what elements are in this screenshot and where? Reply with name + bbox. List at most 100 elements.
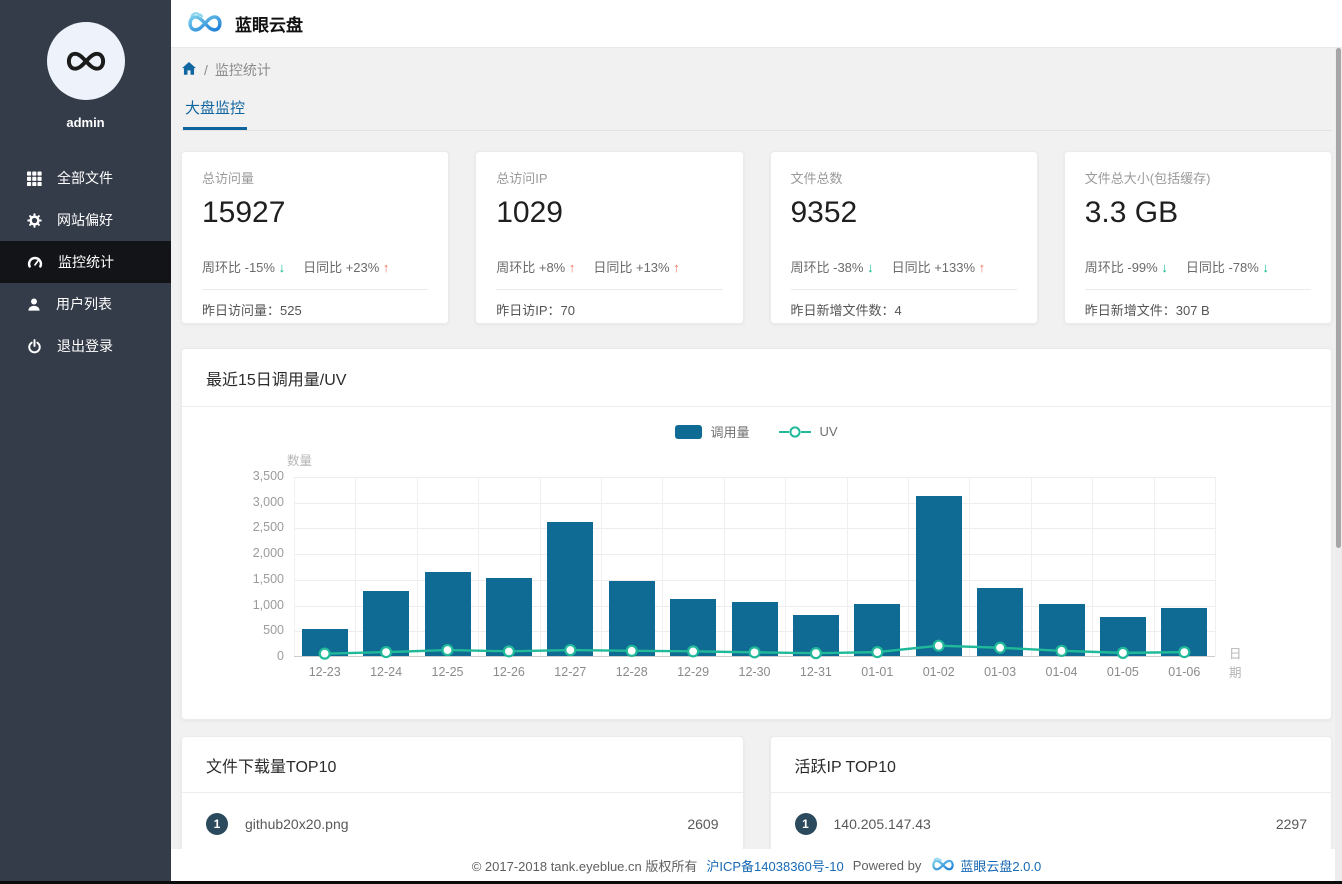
up-arrow-icon: ↑ (568, 260, 576, 275)
home-icon[interactable] (181, 61, 197, 79)
y-tick-label: 1,500 (252, 571, 284, 586)
stat-trend: 周环比 -38% ↓ 日同比 +133% ↑ (790, 260, 986, 275)
stat-value: 1029 (496, 196, 563, 229)
sidebar-item-3[interactable]: 用户列表 (0, 283, 171, 325)
rank-badge: 1 (206, 813, 228, 835)
bar-swatch-icon (675, 424, 703, 439)
x-tick-label: 12-28 (615, 665, 648, 679)
sidebar-item-2[interactable]: 监控统计 (0, 241, 171, 283)
downloads-top10-list: 1 github20x20.png 2609 (182, 793, 743, 847)
power-icon (27, 338, 42, 354)
list-item-value: 2609 (687, 816, 719, 832)
chart-legend: 调用量 UV (182, 422, 1331, 441)
chart-title: 最近15日调用量/UV (182, 349, 1331, 407)
x-axis-name: 日期 (1229, 647, 1242, 680)
rank-badge: 1 (794, 813, 817, 835)
down-arrow-icon: ↓ (278, 260, 286, 275)
stat-label: 文件总大小(包括缓存) (1084, 171, 1211, 186)
active-ip-top10-title: 活跃IP TOP10 (770, 737, 1331, 793)
infinity-logo-icon (63, 47, 109, 76)
stat-trend: 周环比 +8% ↑ 日同比 +13% ↑ (496, 260, 680, 275)
list-item: 1 140.205.147.43 2297 (771, 793, 1332, 847)
x-tick-label: 12-30 (738, 665, 771, 679)
stat-card-1: 总访问IP 1029 周环比 +8% ↑ 日同比 +13% ↑ 昨日访IP：70 (475, 151, 744, 324)
sidebar-item-1[interactable]: 网站偏好 (0, 199, 171, 241)
x-tick-label: 12-26 (492, 665, 525, 679)
sidebar-item-label: 监控统计 (58, 254, 114, 270)
app-title: 蓝眼云盘 (235, 16, 303, 35)
down-arrow-icon: ↓ (1262, 260, 1269, 275)
downloads-top10-title: 文件下载量TOP10 (182, 737, 743, 793)
app-header: 蓝眼云盘 (171, 0, 1342, 48)
chart-card: 最近15日调用量/UV 调用量 UV 数量 日期 0 500 1,000 1,500 2,… (181, 348, 1332, 720)
stat-label: 总访问IP (496, 171, 548, 186)
list-item: 1 github20x20.png 2609 (182, 793, 743, 847)
uv-line-series (318, 639, 1191, 660)
user-icon (27, 297, 41, 312)
x-tick-label: 01-03 (984, 665, 1017, 679)
sidebar-item-label: 退出登录 (57, 338, 113, 354)
x-tick-label: 12-31 (799, 665, 832, 679)
scrollbar-track[interactable] (1335, 48, 1342, 881)
y-tick-label: 1,000 (252, 597, 284, 612)
legend-label: UV (819, 424, 838, 439)
breadcrumb: / 监控统计 (181, 59, 1332, 81)
x-tick-label: 12-25 (431, 665, 464, 679)
tab-bar: 大盘监控 (181, 97, 1332, 131)
gauge-icon (27, 255, 43, 270)
y-tick-label: 500 (263, 623, 284, 638)
x-tick-label: 12-24 (370, 665, 403, 679)
sidebar-username: admin (66, 115, 105, 130)
list-item-value: 2297 (1275, 816, 1307, 832)
stat-value: 3.3 GB (1084, 196, 1179, 229)
legend-item-调用量[interactable]: 调用量 (675, 422, 749, 441)
user-avatar (46, 22, 125, 100)
footer-brand-link[interactable]: 蓝眼云盘2.0.0 (960, 856, 1041, 875)
stat-label: 总访问量 (202, 171, 255, 186)
sidebar: admin 全部文件网站偏好监控统计用户列表退出登录 (0, 0, 171, 884)
y-tick-label: 2,000 (252, 546, 284, 561)
y-tick-label: 0 (277, 649, 284, 663)
footer-logo-icon (930, 857, 956, 873)
grid-icon (27, 170, 42, 186)
gear-icon (27, 212, 42, 228)
footer-icp-link[interactable]: 沪ICP备14038360号-10 (706, 856, 843, 875)
sidebar-item-label: 网站偏好 (57, 212, 113, 228)
scrollbar-thumb[interactable] (1336, 48, 1341, 548)
active-ip-top10-list: 1 140.205.147.43 2297 (771, 793, 1332, 847)
y-tick-label: 3,000 (252, 494, 284, 509)
list-item-name: github20x20.png (245, 816, 349, 832)
legend-item-UV[interactable]: UV (779, 424, 838, 439)
x-tick-label: 01-06 (1168, 665, 1201, 679)
legend-label: 调用量 (710, 425, 750, 440)
footer-powered-by: Powered by (852, 857, 922, 873)
x-tick-label: 01-02 (922, 665, 955, 679)
x-tick-label: 12-27 (554, 665, 587, 679)
sidebar-item-0[interactable]: 全部文件 (0, 157, 171, 199)
x-tick-label: 12-29 (677, 665, 710, 679)
up-arrow-icon: ↑ (382, 260, 390, 275)
stat-trend: 周环比 -15% ↓ 日同比 +23% ↑ (202, 260, 390, 275)
stat-footer: 昨日新增文件：307 B (1084, 303, 1210, 318)
stat-footer: 昨日访问量：525 (202, 303, 302, 318)
chart-plot: 0 500 1,000 1,500 2,000 2,500 3,000 3,500 12-23 1… (253, 469, 1216, 679)
stat-card-3: 文件总大小(包括缓存) 3.3 GB 周环比 -99% ↓ 日同比 -78% ↓ 昨日新… (1063, 151, 1332, 324)
x-tick-label: 01-05 (1106, 665, 1139, 679)
stat-footer: 昨日新增文件数：4 (790, 303, 902, 318)
app-logo-icon (185, 11, 225, 36)
chart-area: 数量 日期 0 500 1,000 1,500 2,000 2,500 3,000 3,500… (253, 454, 1242, 680)
sidebar-item-4[interactable]: 退出登录 (0, 325, 171, 367)
list-item-name: 140.205.147.43 (833, 816, 931, 832)
main-content: / 监控统计 大盘监控 总访问量 15927 周环比 -15% ↓ 日同比 +23% … (171, 49, 1342, 884)
breadcrumb-separator: / (204, 62, 208, 78)
down-arrow-icon: ↓ (1161, 260, 1168, 275)
page-footer: © 2017-2018 tank.eyeblue.cn 版权所有 沪ICP备14… (171, 849, 1342, 881)
breadcrumb-current: 监控统计 (214, 62, 271, 78)
x-tick-label: 01-04 (1045, 665, 1078, 679)
up-arrow-icon: ↑ (978, 260, 986, 275)
footer-copyright: © 2017-2018 tank.eyeblue.cn 版权所有 (471, 858, 698, 874)
up-arrow-icon: ↑ (673, 260, 680, 275)
x-tick-label: 01-01 (861, 665, 894, 679)
tab-dashboard-monitor[interactable]: 大盘监控 (183, 97, 248, 130)
stat-label: 文件总数 (790, 171, 843, 186)
